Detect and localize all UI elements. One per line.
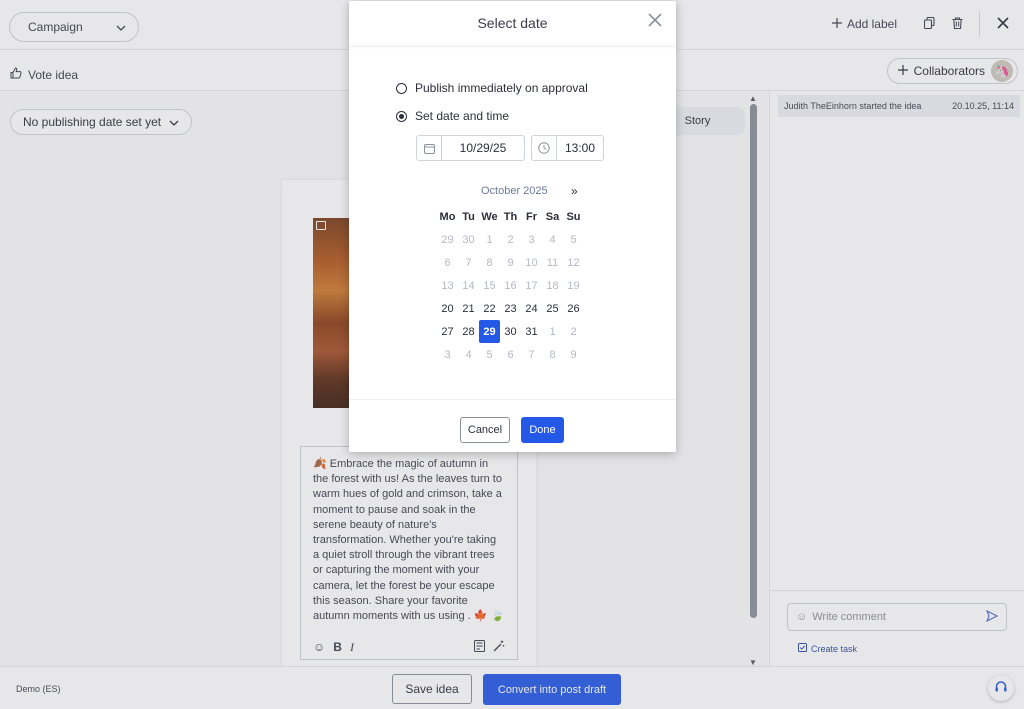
- weekday-header: We: [481, 210, 498, 223]
- calendar-month-label: October 2025: [481, 185, 548, 197]
- next-month-button[interactable]: »: [571, 184, 578, 198]
- calendar-day[interactable]: 30: [500, 320, 521, 343]
- calendar-day[interactable]: 5: [479, 343, 500, 366]
- calendar-day[interactable]: 14: [458, 274, 479, 297]
- dialog-footer: Cancel Done: [349, 399, 676, 452]
- calendar-day[interactable]: 28: [458, 320, 479, 343]
- weekday-header: Th: [503, 210, 518, 223]
- calendar-day[interactable]: 26: [563, 297, 584, 320]
- date-value[interactable]: 10/29/25: [442, 136, 524, 160]
- calendar-day[interactable]: 20: [437, 297, 458, 320]
- calendar-day[interactable]: 16: [500, 274, 521, 297]
- calendar-day-selected[interactable]: 29: [479, 320, 500, 343]
- close-icon: [648, 12, 662, 30]
- calendar-day[interactable]: 3: [521, 228, 542, 251]
- calendar-day[interactable]: 4: [542, 228, 563, 251]
- time-field[interactable]: 13:00: [531, 135, 604, 161]
- calendar-day[interactable]: 30: [458, 228, 479, 251]
- calendar-day[interactable]: 2: [563, 320, 584, 343]
- calendar-day[interactable]: 22: [479, 297, 500, 320]
- calendar-day[interactable]: 21: [458, 297, 479, 320]
- weekday-header: Su: [566, 210, 581, 223]
- calendar-day[interactable]: 11: [542, 251, 563, 274]
- calendar-day[interactable]: 7: [458, 251, 479, 274]
- calendar-day[interactable]: 1: [542, 320, 563, 343]
- clock-icon: [532, 136, 557, 160]
- calendar-day[interactable]: 8: [542, 343, 563, 366]
- calendar-icon: [417, 136, 442, 160]
- calendar-day[interactable]: 9: [563, 343, 584, 366]
- calendar-day[interactable]: 6: [437, 251, 458, 274]
- calendar-header: October 2025 »: [349, 184, 676, 199]
- time-value[interactable]: 13:00: [557, 136, 603, 160]
- calendar-day[interactable]: 25: [542, 297, 563, 320]
- cancel-button[interactable]: Cancel: [460, 417, 510, 443]
- option-publish-immediately-label: Publish immediately on approval: [415, 81, 588, 95]
- calendar-day[interactable]: 8: [479, 251, 500, 274]
- calendar-grid: Mo Tu We Th Fr Sa Su 29 30 1 2 3 4 5 6 7 8 9 10 11 12 13 14 15 1…: [437, 205, 584, 366]
- done-button[interactable]: Done: [521, 417, 564, 443]
- dialog-title: Select date: [477, 15, 548, 31]
- calendar-day[interactable]: 18: [542, 274, 563, 297]
- dialog-close-button[interactable]: [644, 10, 666, 32]
- select-date-dialog: Select date Publish immediately on appro…: [349, 1, 676, 452]
- calendar-day[interactable]: 12: [563, 251, 584, 274]
- weekday-header: Mo: [439, 210, 456, 223]
- option-set-date-label: Set date and time: [415, 109, 510, 123]
- calendar-day[interactable]: 5: [563, 228, 584, 251]
- calendar-day[interactable]: 9: [500, 251, 521, 274]
- date-field[interactable]: 10/29/25: [416, 135, 525, 161]
- calendar-day[interactable]: 17: [521, 274, 542, 297]
- weekday-header: Sa: [545, 210, 560, 223]
- calendar-day[interactable]: 23: [500, 297, 521, 320]
- weekday-header: Tu: [462, 210, 475, 223]
- calendar-day[interactable]: 29: [437, 228, 458, 251]
- radio-set-date[interactable]: [396, 110, 407, 122]
- calendar-day[interactable]: 19: [563, 274, 584, 297]
- calendar-day[interactable]: 3: [437, 343, 458, 366]
- calendar-day[interactable]: 4: [458, 343, 479, 366]
- calendar-day[interactable]: 1: [479, 228, 500, 251]
- calendar-day[interactable]: 2: [500, 228, 521, 251]
- calendar-day[interactable]: 7: [521, 343, 542, 366]
- option-publish-immediately[interactable]: Publish immediately on approval: [396, 81, 588, 95]
- calendar-day[interactable]: 24: [521, 297, 542, 320]
- calendar-day[interactable]: 27: [437, 320, 458, 343]
- calendar-day[interactable]: 13: [437, 274, 458, 297]
- weekday-header: Fr: [526, 210, 537, 223]
- calendar-day[interactable]: 15: [479, 274, 500, 297]
- radio-publish-immediately[interactable]: [396, 82, 407, 94]
- option-set-date[interactable]: Set date and time: [396, 109, 509, 123]
- calendar-day[interactable]: 10: [521, 251, 542, 274]
- calendar-day[interactable]: 31: [521, 320, 542, 343]
- calendar-day[interactable]: 6: [500, 343, 521, 366]
- dialog-header: Select date: [349, 1, 676, 45]
